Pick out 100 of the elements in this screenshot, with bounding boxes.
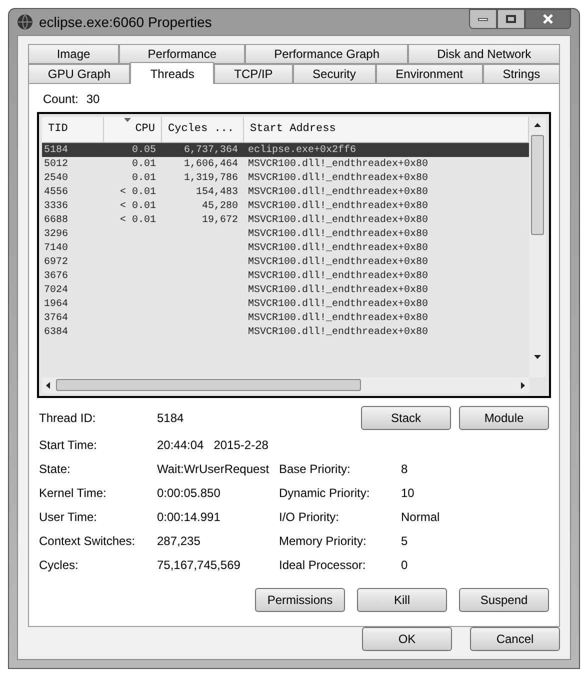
detail-label: I/O Priority: bbox=[279, 509, 340, 526]
detail-value: Normal bbox=[400, 509, 441, 526]
thread-row[interactable]: 6384 MSVCR100.dll!_endthreadex+0x80 bbox=[42, 325, 529, 339]
tab[interactable]: Environment bbox=[376, 64, 483, 84]
thread-row[interactable]: 5184 0.05 6,737,364 eclipse.exe+0x2ff6 bbox=[42, 143, 529, 157]
down-arrow-icon bbox=[534, 355, 541, 359]
maximize-button[interactable] bbox=[497, 9, 525, 29]
vertical-scrollbar[interactable] bbox=[529, 117, 546, 377]
thread-row[interactable]: 1964 MSVCR100.dll!_endthreadex+0x80 bbox=[42, 297, 529, 311]
thread-row[interactable]: 7024 MSVCR100.dll!_endthreadex+0x80 bbox=[42, 283, 529, 297]
dialog-button[interactable]: Module bbox=[459, 406, 549, 430]
table-cell-text: 1,319,786 bbox=[184, 172, 238, 186]
tab[interactable]: GPU Graph bbox=[28, 64, 130, 84]
detail-label: Kernel Time: bbox=[39, 485, 108, 502]
tab[interactable]: Threads bbox=[130, 62, 214, 84]
dialog-button[interactable]: Permissions bbox=[255, 588, 345, 612]
detail-label: Base Priority: bbox=[279, 461, 352, 478]
table-cell-text: 3764 bbox=[43, 312, 70, 326]
table-cell-text: 3296 bbox=[43, 228, 70, 242]
sort-arrow-icon bbox=[124, 118, 131, 122]
table-cell-text: MSVCR100.dll!_endthreadex+0x80 bbox=[247, 242, 430, 256]
tab[interactable]: Performance Graph bbox=[245, 44, 408, 64]
table-cell-text: 2540 bbox=[43, 172, 70, 186]
table-cell-text: 4556 bbox=[43, 186, 70, 200]
dialog-button[interactable]: OK bbox=[362, 627, 452, 651]
table-cell-text: MSVCR100.dll!_endthreadex+0x80 bbox=[247, 228, 430, 242]
thread-row[interactable]: 5012 0.01 1,606,464 MSVCR100.dll!_endthreadex+0x80 bbox=[42, 157, 529, 171]
detail-value: 0:00:14.991 bbox=[157, 509, 222, 526]
thread-row[interactable]: 3676 MSVCR100.dll!_endthreadex+0x80 bbox=[42, 269, 529, 283]
detail-label: Context Switches: bbox=[39, 533, 136, 550]
table-cell-text: 5012 bbox=[43, 158, 70, 172]
tab[interactable]: Disk and Network bbox=[408, 44, 560, 64]
table-cell-text: 6688 bbox=[43, 214, 70, 228]
table-cell-text: 45,280 bbox=[202, 200, 238, 214]
minimize-button[interactable] bbox=[469, 9, 497, 29]
column-header[interactable]: TID bbox=[42, 117, 104, 142]
tab[interactable]: Security bbox=[292, 64, 376, 84]
thread-row[interactable]: 3296 MSVCR100.dll!_endthreadex+0x80 bbox=[42, 227, 529, 241]
column-header[interactable]: CPU bbox=[104, 117, 162, 142]
tab[interactable]: Performance bbox=[118, 44, 246, 64]
table-cell-text: 6972 bbox=[43, 256, 70, 270]
thread-row[interactable]: 6972 MSVCR100.dll!_endthreadex+0x80 bbox=[42, 255, 529, 269]
right-arrow-icon bbox=[521, 382, 525, 388]
table-cell-text: MSVCR100.dll!_endthreadex+0x80 bbox=[247, 214, 430, 228]
table-cell-text: 0.05 bbox=[132, 144, 156, 158]
table-cell-text: 0.01 bbox=[132, 172, 156, 186]
thread-row[interactable]: 6688 < 0.01 19,672 MSVCR100.dll!_endthreadex+0x80 bbox=[42, 213, 529, 227]
table-cell-text: 0.01 bbox=[132, 158, 156, 172]
close-button[interactable] bbox=[525, 9, 571, 29]
tab[interactable]: Strings bbox=[482, 64, 560, 84]
detail-label: Start Time: bbox=[39, 437, 98, 454]
horizontal-scrollbar[interactable] bbox=[42, 377, 529, 393]
globe-icon bbox=[17, 14, 33, 30]
table-cell-text: MSVCR100.dll!_endthreadex+0x80 bbox=[247, 298, 430, 312]
table-cell-text: MSVCR100.dll!_endthreadex+0x80 bbox=[247, 284, 430, 298]
scroll-thumb[interactable] bbox=[56, 379, 361, 391]
window-title: eclipse.exe:6060 Properties bbox=[39, 12, 212, 32]
detail-value: 20:44:04 2015-2-28 bbox=[157, 437, 270, 454]
table-cell-text: 3336 bbox=[43, 200, 70, 214]
dialog-button[interactable]: Cancel bbox=[470, 627, 560, 651]
table-cell-text: 3676 bbox=[43, 270, 70, 284]
scroll-thumb[interactable] bbox=[531, 135, 544, 235]
thread-row[interactable]: 3764 MSVCR100.dll!_endthreadex+0x80 bbox=[42, 311, 529, 325]
detail-value: 8 bbox=[400, 461, 409, 478]
table-cell-text: MSVCR100.dll!_endthreadex+0x80 bbox=[247, 326, 430, 340]
table-cell-text: < 0.01 bbox=[120, 186, 156, 200]
table-cell-text: 6,737,364 bbox=[184, 144, 238, 158]
table-cell-text: MSVCR100.dll!_endthreadex+0x80 bbox=[247, 270, 430, 284]
thread-row[interactable]: 7140 MSVCR100.dll!_endthreadex+0x80 bbox=[42, 241, 529, 255]
thread-row[interactable]: 3336 < 0.01 45,280 MSVCR100.dll!_endthreadex+0x80 bbox=[42, 199, 529, 213]
detail-label: Dynamic Priority: bbox=[279, 485, 371, 502]
tab[interactable]: Image bbox=[28, 44, 119, 64]
detail-label: Thread ID: bbox=[39, 410, 97, 427]
table-cell-text: MSVCR100.dll!_endthreadex+0x80 bbox=[247, 200, 430, 214]
tab[interactable]: TCP/IP bbox=[214, 64, 293, 84]
dialog-button[interactable]: Suspend bbox=[459, 588, 549, 612]
count-label: Count: bbox=[43, 91, 78, 108]
detail-label: Ideal Processor: bbox=[279, 557, 367, 574]
dialog-button[interactable]: Kill bbox=[357, 588, 447, 612]
table-cell-text: eclipse.exe+0x2ff6 bbox=[247, 144, 358, 158]
column-header[interactable]: Cycles ... bbox=[162, 117, 244, 142]
table-cell-text: < 0.01 bbox=[120, 200, 156, 214]
detail-label: Memory Priority: bbox=[279, 533, 368, 550]
left-arrow-icon bbox=[46, 382, 50, 388]
table-cell-text: 5184 bbox=[43, 144, 70, 158]
table-cell-text: MSVCR100.dll!_endthreadex+0x80 bbox=[247, 158, 430, 172]
table-cell-text: 7024 bbox=[43, 284, 70, 298]
thread-row[interactable]: 2540 0.01 1,319,786 MSVCR100.dll!_endthreadex+0x80 bbox=[42, 171, 529, 185]
dialog-button[interactable]: Stack bbox=[361, 406, 451, 430]
table-cell-text: MSVCR100.dll!_endthreadex+0x80 bbox=[247, 186, 430, 200]
detail-value: 0:00:05.850 bbox=[157, 485, 222, 502]
table-cell-text: 19,672 bbox=[202, 214, 238, 228]
up-arrow-icon bbox=[534, 123, 541, 127]
table-cell-text: < 0.01 bbox=[120, 214, 156, 228]
table-cell-text: 1964 bbox=[43, 298, 70, 312]
thread-row[interactable]: 4556 < 0.01 154,483 MSVCR100.dll!_endthreadex+0x80 bbox=[42, 185, 529, 199]
detail-value: Wait:WrUserRequest bbox=[157, 461, 270, 478]
close-icon bbox=[543, 14, 553, 24]
detail-value: 0 bbox=[400, 557, 409, 574]
detail-value: 75,167,745,569 bbox=[157, 557, 242, 574]
